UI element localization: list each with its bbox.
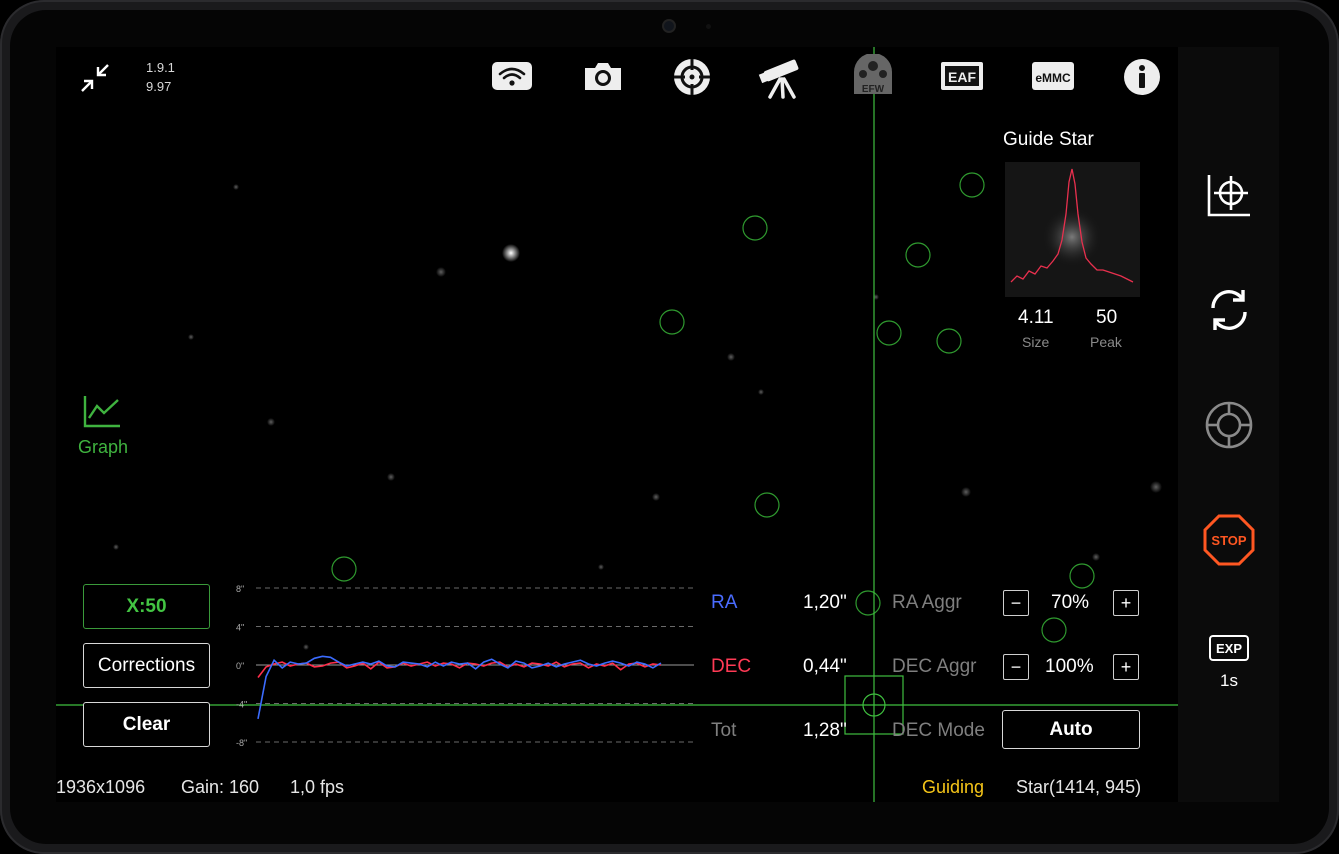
sensor: [706, 24, 711, 29]
graph-y-tick-label: -8": [236, 738, 247, 748]
svg-text:EFW: EFW: [862, 84, 885, 95]
crosshair-icon[interactable]: [1204, 400, 1254, 450]
collapse-icon[interactable]: [76, 59, 114, 97]
graph-y-tick-label: -4": [236, 700, 247, 710]
clear-button[interactable]: Clear: [83, 702, 210, 747]
camera-icon[interactable]: [581, 59, 625, 93]
graph-target-icon[interactable]: [1205, 171, 1253, 219]
guide-graph-canvas: 8" 4" 0" -4" -8": [236, 584, 694, 748]
svg-text:STOP: STOP: [1211, 533, 1246, 548]
ra-aggr-value: 70%: [1051, 592, 1090, 613]
star-position-status: Star(1414, 945): [1016, 777, 1142, 797]
dec-mode-select[interactable]: Auto: [1002, 710, 1140, 749]
ra-aggr-label: RA Aggr: [892, 592, 962, 613]
emmc-icon[interactable]: eMMC: [1029, 59, 1077, 93]
target-icon[interactable]: [670, 57, 714, 97]
wifi-icon[interactable]: [490, 59, 534, 93]
firmware-version: 9.97: [146, 79, 172, 94]
ra-aggr-increase-button[interactable]: +: [1113, 590, 1139, 616]
dec-mode-label: DEC Mode: [892, 720, 985, 741]
ra-value: 1,20": [803, 592, 847, 613]
eaf-icon[interactable]: EAF: [938, 59, 986, 93]
dec-value: 0,44": [803, 656, 847, 677]
graph-y-tick-label: 0": [236, 661, 244, 671]
right-sidebar: STOP EXP 1s: [1178, 47, 1279, 802]
dec-aggr-value: 100%: [1045, 656, 1094, 677]
ra-aggr-decrease-button[interactable]: −: [1003, 590, 1029, 616]
graph-icon[interactable]: [80, 392, 124, 432]
graph-y-tick-label: 8": [236, 584, 244, 594]
dec-aggr-label: DEC Aggr: [892, 656, 977, 677]
guide-star-title: Guide Star: [1003, 129, 1094, 150]
tot-label: Tot: [711, 720, 737, 741]
resolution-status: 1936x1096: [56, 777, 146, 797]
graph-label[interactable]: Graph: [78, 437, 128, 458]
exp-icon[interactable]: EXP: [1209, 633, 1249, 663]
efw-icon[interactable]: EFW: [848, 53, 898, 97]
front-camera: [664, 21, 674, 31]
ra-label: RA: [711, 592, 738, 613]
svg-text:eMMC: eMMC: [1035, 71, 1071, 85]
stop-icon[interactable]: STOP: [1203, 514, 1255, 566]
app-version: 1.9.1: [146, 60, 175, 75]
guiding-status: Guiding: [922, 777, 985, 797]
star-peak-value: 50: [1096, 307, 1118, 328]
exposure-value[interactable]: 1s: [1220, 671, 1238, 691]
info-icon[interactable]: [1122, 57, 1162, 97]
telescope-icon[interactable]: [758, 55, 806, 99]
corrections-button[interactable]: Corrections: [83, 643, 210, 688]
gain-status: Gain: 160: [181, 777, 260, 797]
scale-button[interactable]: X:50: [83, 584, 210, 629]
dec-aggr-decrease-button[interactable]: −: [1003, 654, 1029, 680]
tot-value: 1,28": [803, 720, 847, 741]
app-screen: 1.9.1 9.97 EFW EAF eMMC Guide Star 4.11 …: [56, 47, 1279, 802]
guide-graph: 8" 4" 0" -4" -8": [216, 572, 696, 752]
dec-label: DEC: [711, 656, 752, 677]
graph-y-tick-label: 4": [236, 623, 244, 633]
fps-status: 1,0 fps: [290, 777, 345, 797]
dec-aggr-increase-button[interactable]: +: [1113, 654, 1139, 680]
star-peak-label: Peak: [1090, 334, 1122, 350]
guide-star-profile: [1005, 162, 1140, 297]
svg-text:EAF: EAF: [948, 69, 976, 85]
star-size-value: 4.11: [1018, 307, 1054, 328]
svg-text:EXP: EXP: [1216, 641, 1242, 656]
star-size-label: Size: [1022, 334, 1050, 350]
refresh-icon[interactable]: [1204, 285, 1254, 335]
